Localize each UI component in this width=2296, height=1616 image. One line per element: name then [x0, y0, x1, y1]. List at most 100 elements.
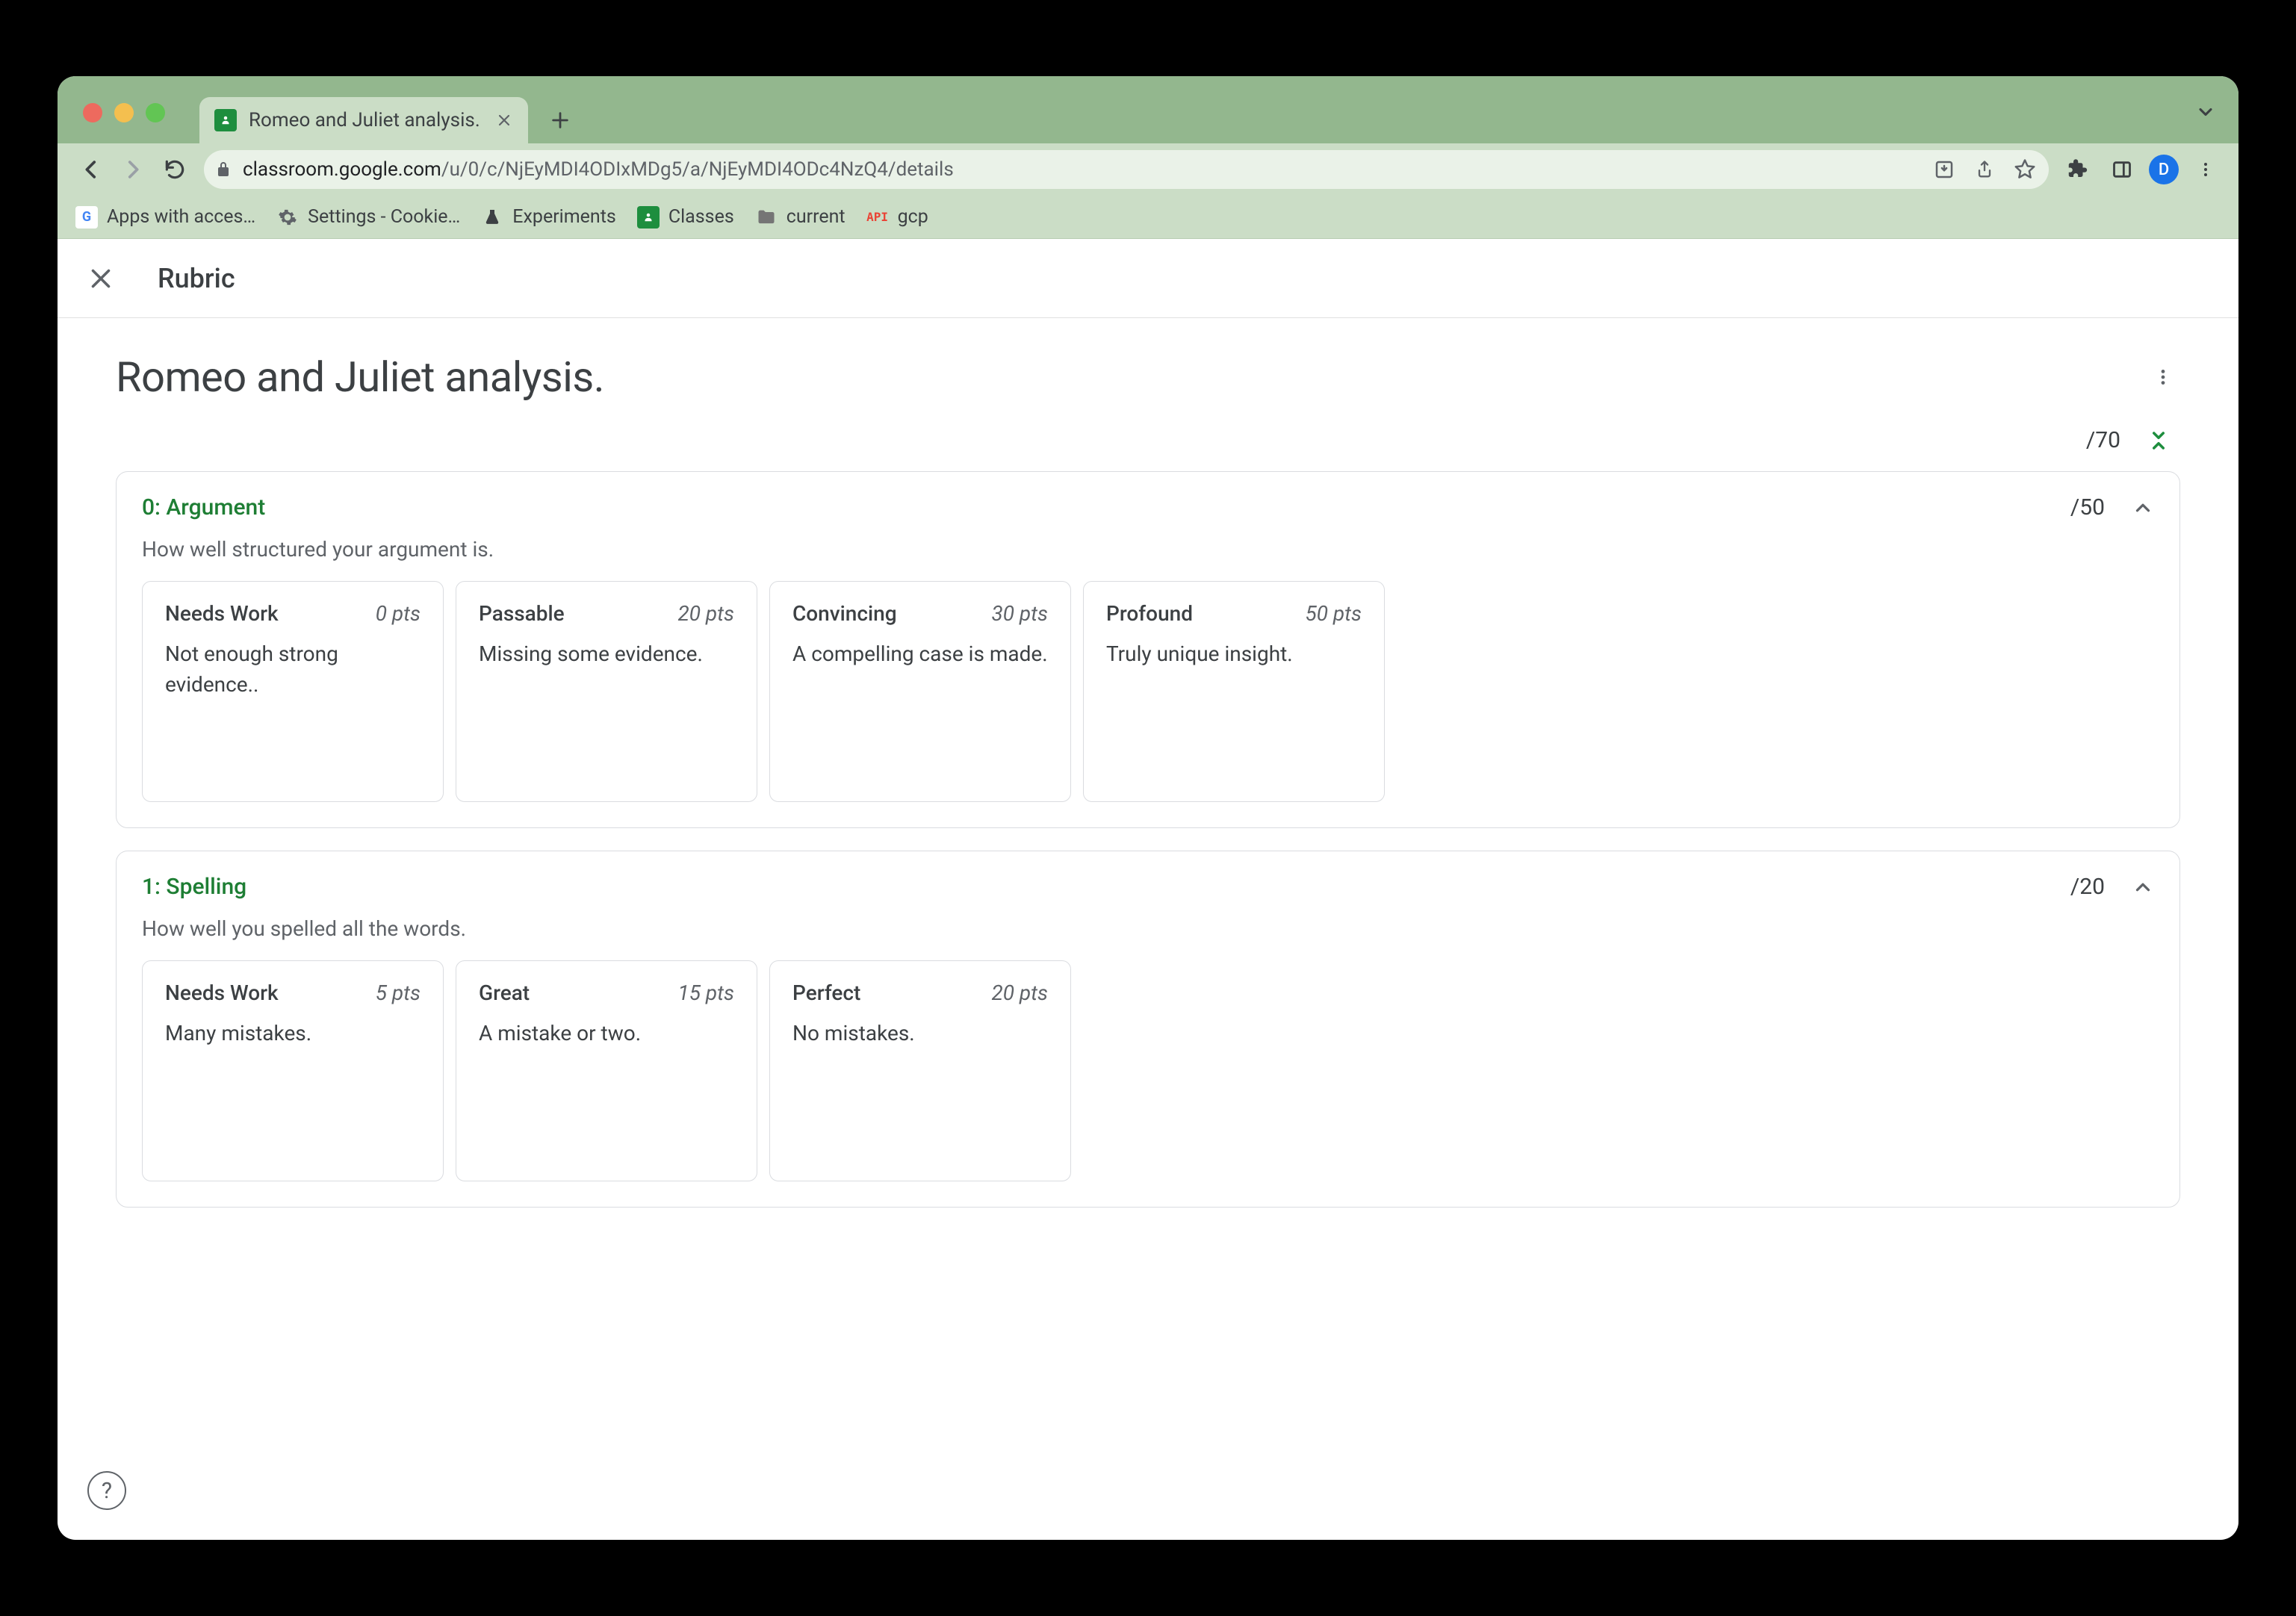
tabs-dropdown-icon[interactable]: [2195, 102, 2216, 122]
panel-icon[interactable]: [2104, 152, 2140, 187]
level-header: Needs Work 0 pts: [165, 601, 421, 626]
criterion-header: 1: Spelling/20: [142, 874, 2154, 900]
level-description: A compelling case is made.: [792, 639, 1048, 670]
level-points: 5 pts: [376, 981, 421, 1005]
level-points: 30 pts: [991, 601, 1048, 626]
level-card[interactable]: Perfect 20 pts No mistakes.: [769, 960, 1071, 1181]
levels-row: Needs Work 0 pts Not enough strong evidenc…: [142, 581, 2154, 802]
level-description: No mistakes.: [792, 1019, 1048, 1049]
level-header: Great 15 pts: [479, 981, 734, 1005]
bookmark-star-icon[interactable]: [2011, 156, 2038, 183]
criterion-title: 1: Spelling: [142, 874, 246, 900]
bookmark-label: Apps with acces…: [107, 206, 255, 228]
bookmark-current[interactable]: current: [755, 206, 846, 229]
level-name: Profound: [1106, 601, 1193, 626]
criterion-points: /50: [2070, 494, 2105, 520]
level-points: 15 pts: [677, 981, 734, 1005]
api-icon: API: [866, 206, 889, 229]
bookmark-label: current: [786, 206, 846, 228]
flask-icon: [481, 206, 503, 229]
level-points: 50 pts: [1305, 601, 1362, 626]
lock-icon: [214, 161, 232, 178]
classroom-favicon: [214, 109, 237, 131]
bookmark-label: Settings - Cookie…: [308, 206, 460, 228]
close-button[interactable]: [83, 261, 119, 296]
main-content: Romeo and Juliet analysis. /70 0: Argume…: [58, 318, 2238, 1540]
criterion-points: /20: [2070, 874, 2105, 900]
window-minimize[interactable]: [114, 103, 134, 122]
level-name: Needs Work: [165, 601, 279, 626]
level-description: A mistake or two.: [479, 1019, 734, 1049]
criterion-description: How well structured your argument is.: [142, 537, 2154, 562]
folder-icon: [755, 206, 778, 229]
back-button[interactable]: [72, 151, 110, 188]
install-app-icon[interactable]: [1931, 156, 1958, 183]
share-icon[interactable]: [1971, 156, 1998, 183]
window-controls: [83, 103, 165, 122]
level-name: Convincing: [792, 601, 897, 626]
level-header: Perfect 20 pts: [792, 981, 1048, 1005]
level-card[interactable]: Passable 20 pts Missing some evidence.: [456, 581, 757, 802]
level-description: Many mistakes.: [165, 1019, 421, 1049]
level-description: Missing some evidence.: [479, 639, 734, 670]
page-title: Romeo and Juliet analysis.: [116, 352, 604, 402]
level-card[interactable]: Convincing 30 pts A compelling case is mad…: [769, 581, 1071, 802]
chevron-up-icon[interactable]: [2132, 876, 2154, 898]
bookmark-classes[interactable]: Classes: [637, 206, 734, 229]
level-card[interactable]: Needs Work 0 pts Not enough strong evidenc…: [142, 581, 444, 802]
bookmark-label: Classes: [668, 206, 734, 228]
bookmark-gcp[interactable]: API gcp: [866, 206, 928, 229]
extensions-icon[interactable]: [2059, 152, 2095, 187]
level-name: Needs Work: [165, 981, 279, 1005]
level-description: Not enough strong evidence..: [165, 639, 421, 700]
avatar-letter: D: [2159, 161, 2169, 179]
tab-close-icon[interactable]: [492, 108, 516, 132]
help-button[interactable]: ?: [87, 1471, 126, 1510]
level-name: Great: [479, 981, 530, 1005]
window-close[interactable]: [83, 103, 102, 122]
browser-menu-icon[interactable]: [2188, 152, 2224, 187]
level-header: Passable 20 pts: [479, 601, 734, 626]
level-name: Perfect: [792, 981, 860, 1005]
more-options-icon[interactable]: [2146, 360, 2180, 394]
level-points: 20 pts: [677, 601, 734, 626]
criterion-description: How well you spelled all the words.: [142, 916, 2154, 941]
new-tab-button[interactable]: [542, 102, 579, 139]
address-bar[interactable]: classroom.google.com/u/0/c/NjEyMDI4ODIxM…: [204, 150, 2049, 189]
toolbar: classroom.google.com/u/0/c/NjEyMDI4ODIxM…: [58, 143, 2238, 196]
classroom-icon: [637, 206, 660, 229]
collapse-all-icon[interactable]: [2147, 429, 2170, 452]
bookmark-settings[interactable]: Settings - Cookie…: [276, 206, 460, 229]
forward-button[interactable]: [114, 151, 152, 188]
level-name: Passable: [479, 601, 565, 626]
browser-tab[interactable]: Romeo and Juliet analysis.: [199, 97, 528, 143]
gear-icon: [276, 206, 299, 229]
browser-window: Romeo and Juliet analysis. classro: [58, 76, 2238, 1540]
level-header: Convincing 30 pts: [792, 601, 1048, 626]
criterion-title: 0: Argument: [142, 494, 265, 520]
total-points: /70: [2086, 427, 2120, 453]
bookmarks-bar: G Apps with acces… Settings - Cookie… Ex…: [58, 196, 2238, 239]
bookmark-label: Experiments: [512, 206, 616, 228]
level-card[interactable]: Profound 50 pts Truly unique insight.: [1083, 581, 1385, 802]
reload-button[interactable]: [156, 151, 193, 188]
level-points: 0 pts: [376, 601, 421, 626]
level-points: 20 pts: [991, 981, 1048, 1005]
chevron-up-icon[interactable]: [2132, 497, 2154, 519]
level-header: Profound 50 pts: [1106, 601, 1362, 626]
bookmark-apps[interactable]: G Apps with acces…: [75, 206, 255, 229]
level-card[interactable]: Great 15 pts A mistake or two.: [456, 960, 757, 1181]
window-maximize[interactable]: [146, 103, 165, 122]
level-description: Truly unique insight.: [1106, 639, 1362, 670]
criterion-card: 1: Spelling/20 How well you spelled all t…: [116, 851, 2180, 1208]
level-card[interactable]: Needs Work 5 pts Many mistakes.: [142, 960, 444, 1181]
criterion-header: 0: Argument/50: [142, 494, 2154, 520]
tab-strip: Romeo and Juliet analysis.: [58, 76, 2238, 143]
bookmark-label: gcp: [898, 206, 928, 228]
google-g-icon: G: [75, 206, 98, 229]
criterion-card: 0: Argument/50 How well structured your a…: [116, 471, 2180, 828]
bookmark-experiments[interactable]: Experiments: [481, 206, 616, 229]
tab-title: Romeo and Juliet analysis.: [249, 109, 480, 131]
profile-avatar[interactable]: D: [2149, 155, 2179, 184]
url-text: classroom.google.com/u/0/c/NjEyMDI4ODIxM…: [243, 158, 954, 181]
